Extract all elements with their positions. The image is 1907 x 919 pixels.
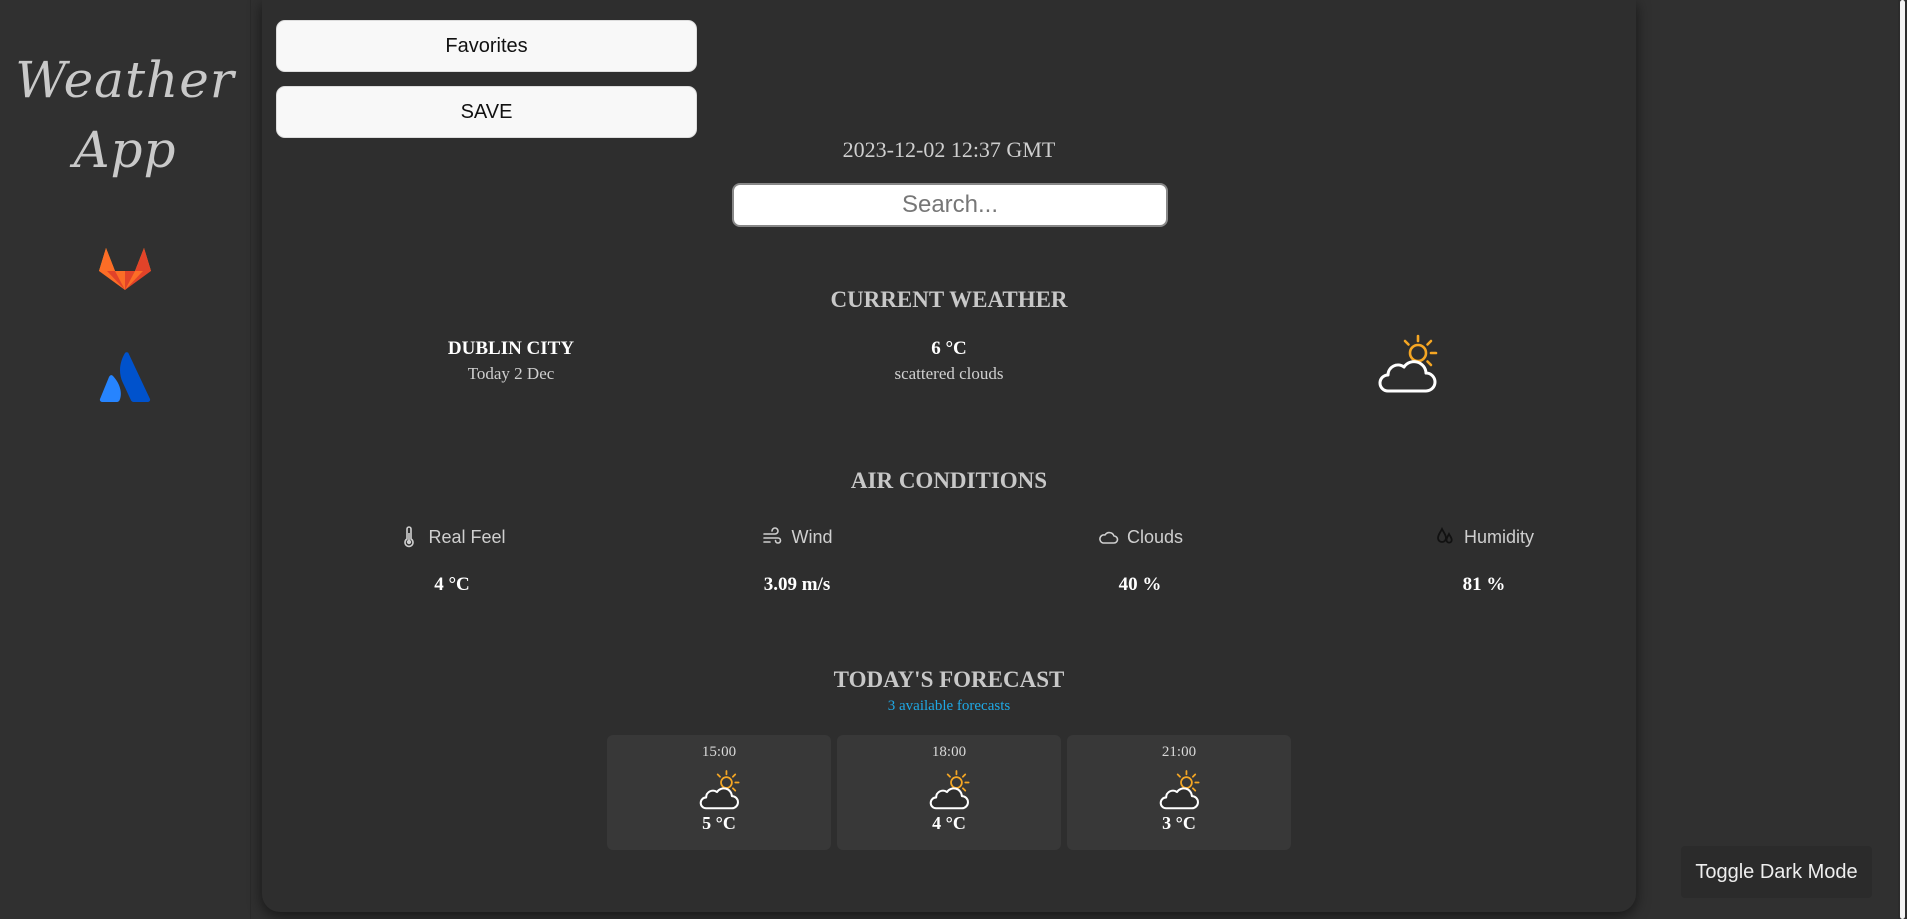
air-value: 81 %	[1462, 574, 1506, 595]
weather-description: scattered clouds	[894, 364, 1004, 383]
air-value: 40 %	[1118, 574, 1162, 595]
air-label: Real Feel	[428, 526, 506, 547]
air-item-real-feel: Real Feel 4 °C	[332, 526, 572, 596]
forecast-temp: 3 °C	[1162, 813, 1196, 833]
air-value: 4 °C	[434, 574, 470, 595]
forecast-card: 21:00 3 °C	[1067, 735, 1291, 850]
air-label: Humidity	[1463, 526, 1534, 547]
air-item-wind: Wind 3.09 m/s	[677, 526, 917, 596]
app-title: Weather App	[0, 45, 250, 185]
forecast-time: 21:00	[1161, 744, 1197, 760]
search-input[interactable]	[732, 183, 1168, 227]
cloud-icon	[1099, 531, 1119, 544]
wind-icon	[763, 527, 782, 544]
air-value: 3.09 m/s	[763, 574, 831, 595]
thermometer-icon	[404, 526, 415, 548]
forecast-card: 18:00 4 °C	[837, 735, 1061, 850]
datetime: 2023-12-02 12:37 GMT	[842, 137, 1056, 162]
current-temp-block: 6 °C scattered clouds	[829, 338, 1069, 384]
air-item-humidity: Humidity 81 %	[1364, 526, 1604, 596]
forecast-card: 15:00 5 °C	[607, 735, 831, 850]
sidebar: Weather App	[0, 0, 251, 919]
atlassian-icon[interactable]	[98, 350, 152, 404]
main-panel: Favorites SAVE 2023-12-02 12:37 GMT CURR…	[262, 0, 1636, 912]
app-title-line1: Weather	[15, 51, 235, 109]
current-date: Today 2 Dec	[467, 364, 555, 383]
air-label: Wind	[791, 526, 833, 547]
forecast-count: 3 available forecasts	[887, 698, 1011, 714]
partly-cloudy-icon	[696, 769, 742, 811]
forecast-time: 15:00	[701, 744, 737, 760]
gitlab-icon[interactable]	[97, 238, 153, 292]
app-title-line2: App	[73, 121, 177, 179]
humidity-icon	[1437, 526, 1453, 544]
toggle-dark-mode-button[interactable]: Toggle Dark Mode	[1681, 846, 1872, 898]
scrollbar-thumb[interactable]	[1900, 0, 1905, 919]
air-item-clouds: Clouds 40 %	[1020, 526, 1260, 596]
forecast-temp: 5 °C	[702, 813, 736, 833]
favorites-button[interactable]: Favorites	[276, 20, 697, 72]
forecast-title: TODAY'S FORECAST	[833, 667, 1065, 692]
city-name: DUBLIN CITY	[447, 338, 575, 359]
save-button[interactable]: SAVE	[276, 86, 697, 138]
air-conditions-title: AIR CONDITIONS	[850, 468, 1048, 493]
partly-cloudy-icon	[1156, 769, 1202, 811]
partly-cloudy-icon	[926, 769, 972, 811]
current-weather-title: CURRENT WEATHER	[830, 287, 1068, 312]
current-temp: 6 °C	[931, 338, 967, 359]
air-label: Clouds	[1126, 526, 1184, 547]
city-block: DUBLIN CITY Today 2 Dec	[391, 338, 631, 384]
forecast-time: 18:00	[931, 744, 967, 760]
forecast-temp: 4 °C	[932, 813, 966, 833]
partly-cloudy-icon	[1374, 333, 1440, 395]
